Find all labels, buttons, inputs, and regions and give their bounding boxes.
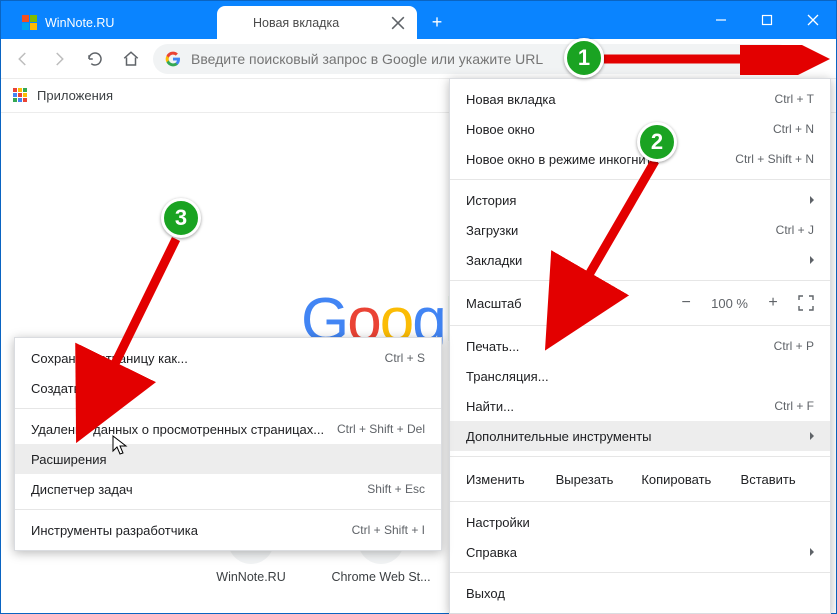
tab-label: WinNote.RU (45, 16, 114, 30)
menu-label: Инструменты разработчика (31, 523, 198, 538)
zoom-out-button[interactable]: − (677, 294, 695, 312)
menu-more-tools[interactable]: Дополнительные инструменты (450, 421, 830, 451)
menu-label: Печать... (466, 339, 519, 354)
vertical-dots-icon (806, 51, 822, 67)
menu-history[interactable]: История (450, 185, 830, 215)
submenu-save-as[interactable]: Сохранить страницу как... Ctrl + S (15, 343, 441, 373)
reload-button[interactable] (81, 45, 109, 73)
apps-icon[interactable] (13, 88, 29, 104)
submenu-task-manager[interactable]: Диспетчер задач Shift + Esc (15, 474, 441, 504)
submenu-clear-data[interactable]: Удаление данных о просмотренных страница… (15, 414, 441, 444)
minimize-button[interactable] (698, 1, 744, 39)
submenu-extensions[interactable]: Расширения (15, 444, 441, 474)
shortcut-label: WinNote.RU (216, 570, 285, 584)
more-tools-submenu: Сохранить страницу как... Ctrl + S Создат… (14, 337, 442, 551)
menu-settings[interactable]: Настройки (450, 507, 830, 537)
chevron-right-icon (810, 548, 814, 556)
menu-label: Выход (466, 586, 505, 601)
apps-label[interactable]: Приложения (37, 88, 113, 103)
main-menu: Новая вкладка Ctrl + T Новое окно Ctrl + N… (449, 78, 831, 614)
google-g-icon (165, 51, 181, 67)
chevron-right-icon (810, 196, 814, 204)
menu-label: Удаление данных о просмотренных страница… (31, 422, 324, 437)
menu-label: Найти... (466, 399, 514, 414)
edit-copy-button[interactable]: Копировать (630, 466, 722, 493)
window-controls (698, 1, 836, 39)
menu-label: Загрузки (466, 223, 518, 238)
menu-label: Настройки (466, 515, 530, 530)
menu-shortcut: Ctrl + F (774, 399, 814, 413)
menu-shortcut: Ctrl + Shift + I (352, 523, 425, 537)
tab-label: Новая вкладка (253, 16, 339, 30)
menu-label: Расширения (31, 452, 107, 467)
menu-shortcut: Ctrl + P (774, 339, 814, 353)
tab-newtab[interactable]: Новая вкладка (217, 6, 417, 39)
edit-label: Изменить (466, 472, 525, 487)
zoom-value: 100 % (711, 296, 748, 311)
menu-shortcut: Ctrl + Shift + Del (337, 422, 425, 436)
blank-favicon (229, 15, 245, 31)
menu-cast[interactable]: Трансляция... (450, 361, 830, 391)
menu-shortcut: Ctrl + J (776, 223, 814, 237)
annotation-balloon-1: 1 (564, 38, 604, 78)
menu-label: Справка (466, 545, 517, 560)
menu-new-tab[interactable]: Новая вкладка Ctrl + T (450, 84, 830, 114)
menu-zoom: Масштаб − 100 % + (450, 286, 830, 320)
menu-label: Создать ярлык... (31, 381, 131, 396)
toolbar (1, 39, 836, 79)
menu-label: Закладки (466, 253, 522, 268)
menu-label: Диспетчер задач (31, 482, 133, 497)
edit-paste-button[interactable]: Вставить (722, 466, 814, 493)
back-button[interactable] (9, 45, 37, 73)
title-bar: WinNote.RU Новая вкладка + (1, 1, 836, 39)
winnote-favicon (21, 15, 37, 31)
chevron-right-icon (810, 256, 814, 264)
zoom-label: Масштаб (466, 296, 522, 311)
fullscreen-icon[interactable] (798, 295, 814, 311)
menu-label: Новое окно (466, 122, 535, 137)
shortcut-label: Chrome Web St... (331, 570, 430, 584)
zoom-in-button[interactable]: + (764, 294, 782, 312)
menu-label: Новая вкладка (466, 92, 556, 107)
annotation-balloon-3: 3 (161, 198, 201, 238)
menu-label: Новое окно в режиме инкогнито (466, 152, 659, 167)
menu-label: Дополнительные инструменты (466, 429, 652, 444)
menu-shortcut: Shift + Esc (367, 482, 425, 496)
submenu-dev-tools[interactable]: Инструменты разработчика Ctrl + Shift + I (15, 515, 441, 545)
menu-label: История (466, 193, 516, 208)
close-window-button[interactable] (790, 1, 836, 39)
menu-shortcut: Ctrl + Shift + N (735, 152, 814, 166)
menu-downloads[interactable]: Загрузки Ctrl + J (450, 215, 830, 245)
menu-label: Сохранить страницу как... (31, 351, 188, 366)
menu-exit[interactable]: Выход (450, 578, 830, 608)
tab-winnote[interactable]: WinNote.RU (9, 6, 209, 39)
menu-shortcut: Ctrl + N (773, 122, 814, 136)
submenu-create-shortcut[interactable]: Создать ярлык... (15, 373, 441, 403)
menu-shortcut: Ctrl + T (775, 92, 814, 106)
annotation-balloon-2: 2 (637, 122, 677, 162)
menu-find[interactable]: Найти... Ctrl + F (450, 391, 830, 421)
omnibox[interactable] (153, 44, 792, 74)
omnibox-input[interactable] (191, 51, 780, 67)
home-button[interactable] (117, 45, 145, 73)
menu-edit-row: Изменить Вырезать Копировать Вставить (450, 462, 830, 496)
menu-shortcut: Ctrl + S (385, 351, 425, 365)
menu-help[interactable]: Справка (450, 537, 830, 567)
edit-cut-button[interactable]: Вырезать (539, 466, 631, 493)
close-tab-icon[interactable] (391, 16, 405, 30)
chevron-right-icon (810, 432, 814, 440)
maximize-button[interactable] (744, 1, 790, 39)
new-tab-button[interactable]: + (423, 8, 451, 36)
menu-label: Трансляция... (466, 369, 549, 384)
forward-button[interactable] (45, 45, 73, 73)
mouse-cursor-icon (112, 435, 130, 457)
menu-bookmarks[interactable]: Закладки (450, 245, 830, 275)
menu-print[interactable]: Печать... Ctrl + P (450, 331, 830, 361)
main-menu-button[interactable] (800, 45, 828, 73)
